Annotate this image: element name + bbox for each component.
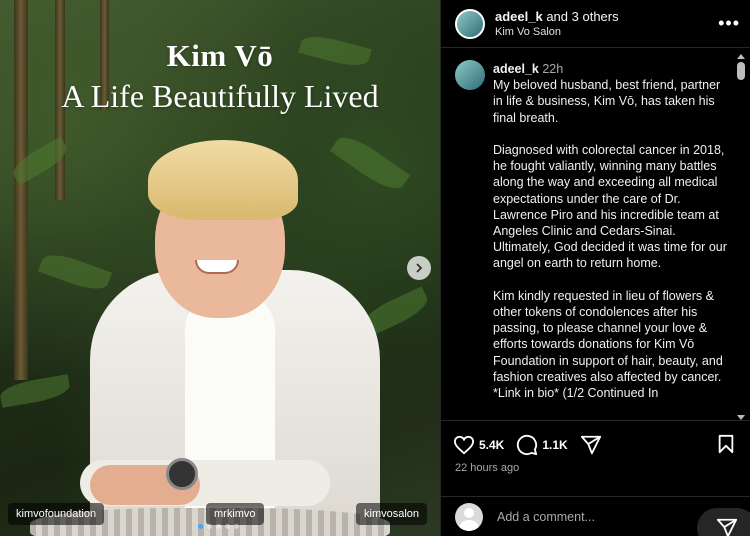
user-tag-mrkimvo[interactable]: mrkimvo: [206, 503, 264, 525]
like-count: 5.4K: [479, 437, 505, 452]
author-line: adeel_k and 3 others: [495, 9, 718, 24]
user-tag-kimvosalon[interactable]: kimvosalon: [356, 503, 428, 525]
caption-body: My beloved husband, best friend, partner…: [493, 78, 727, 401]
carousel-dots: [198, 524, 239, 529]
carousel-dot: [216, 524, 221, 529]
messages-button[interactable]: [697, 508, 750, 536]
comment-count: 1.1K: [542, 437, 568, 452]
author-avatar[interactable]: [455, 8, 485, 39]
bookmark-icon: [718, 434, 734, 454]
carousel-dot: [198, 524, 203, 529]
caption-avatar[interactable]: [455, 60, 485, 90]
carousel-next-button[interactable]: [407, 256, 431, 280]
post-header: adeel_k and 3 others Kim Vo Salon •••: [441, 0, 750, 48]
action-bar: 5.4K 1.1K: [441, 420, 750, 468]
post-timestamp[interactable]: 22 hours ago: [455, 462, 519, 474]
more-options-icon[interactable]: •••: [718, 13, 740, 34]
caption-username[interactable]: adeel_k: [493, 62, 539, 76]
post-location[interactable]: Kim Vo Salon: [495, 26, 718, 38]
like-button[interactable]: 5.4K: [453, 435, 504, 455]
chevron-right-icon: [416, 263, 423, 273]
wristwatch: [166, 458, 198, 490]
caption-text-block: adeel_k 22h My beloved husband, best fri…: [493, 61, 727, 401]
blond-hair: [148, 140, 298, 220]
headline-name: Kim Vō: [166, 38, 274, 73]
current-user-avatar: [455, 502, 483, 531]
share-icon: [580, 435, 601, 454]
user-tag-kimvofoundation[interactable]: kimvofoundation: [8, 503, 105, 525]
caption-time: 22h: [542, 62, 564, 76]
carousel-dot: [234, 524, 239, 529]
headline: Kim Vō A Life Beautifully Lived: [0, 38, 440, 115]
save-button[interactable]: [717, 434, 735, 459]
comment-icon: [517, 434, 538, 455]
author-username[interactable]: adeel_k: [495, 9, 543, 24]
send-icon: [716, 518, 738, 536]
carousel-dot: [225, 524, 230, 529]
share-button[interactable]: [580, 434, 606, 456]
scroll-up-arrow-icon[interactable]: [737, 54, 745, 59]
leaf: [0, 374, 72, 408]
scroll-thumb[interactable]: [737, 62, 745, 80]
collaborators-link[interactable]: and 3 others: [546, 9, 618, 24]
post-image[interactable]: Kim Vō A Life Beautifully Lived kimvofou…: [0, 0, 440, 536]
portrait-person: [70, 140, 390, 536]
comment-bar: Add a comment...: [441, 496, 750, 536]
carousel-dot: [207, 524, 212, 529]
comment-input[interactable]: Add a comment...: [497, 510, 595, 524]
heart-icon: [453, 435, 475, 454]
post-side-panel: adeel_k and 3 others Kim Vo Salon ••• ad…: [440, 0, 750, 536]
caption-area[interactable]: adeel_k 22h My beloved husband, best fri…: [441, 48, 750, 420]
caption-scrollbar[interactable]: [736, 54, 746, 420]
headline-subtitle: A Life Beautifully Lived: [61, 78, 379, 114]
comment-button[interactable]: 1.1K: [516, 434, 568, 456]
